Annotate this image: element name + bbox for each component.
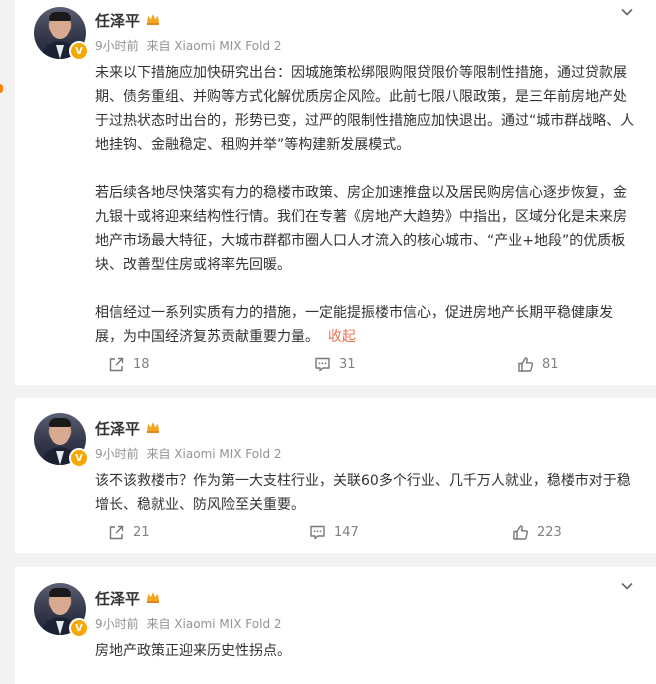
like-button[interactable]: 81 (517, 356, 559, 373)
post-actions: 18 31 81 (15, 356, 656, 380)
post-paragraph: 该不该救楼市？作为第一大支柱行业，关联60多个行业、几千万人就业，稳楼市对于稳增… (95, 473, 631, 513)
verified-badge-icon: V (69, 41, 89, 61)
post-paragraph: 相信经过一系列实质有力的措施，一定能提振楼市信心，促进房地产长期平稳健康发展，为… (95, 301, 638, 349)
weibo-post-card: V 任泽平 9小时前 来自 Xiaomi MIX Fold 2 该不该救楼市？作… (15, 398, 656, 553)
post-time[interactable]: 9小时前 (95, 447, 139, 461)
like-icon (513, 525, 529, 540)
post-source: 来自 Xiaomi MIX Fold 2 (146, 447, 282, 461)
post-meta: 9小时前 来自 Xiaomi MIX Fold 2 (95, 615, 286, 632)
post-meta: 9小时前 来自 Xiaomi MIX Fold 2 (95, 37, 286, 54)
like-icon (518, 357, 534, 372)
share-count: 21 (133, 525, 150, 540)
comment-count: 147 (334, 525, 359, 540)
member-crown-icon (147, 592, 159, 603)
comment-count: 31 (339, 357, 356, 372)
comment-button[interactable]: 147 (309, 524, 359, 541)
post-time[interactable]: 9小时前 (95, 617, 139, 631)
share-button[interactable]: 21 (108, 524, 150, 541)
post-content: 未来以下措施应加快研究出台：因城施策松绑限购限贷限价等限制性措施，通过贷款展期、… (95, 61, 638, 349)
author-name[interactable]: 任泽平 (95, 418, 140, 439)
like-count: 81 (542, 357, 559, 372)
weibo-post-card: V 任泽平 9小时前 来自 Xiaomi MIX Fold 2 未来以下措施应加… (15, 0, 656, 385)
author-name[interactable]: 任泽平 (95, 10, 140, 31)
share-icon (109, 357, 124, 372)
collapse-link[interactable]: 收起 (328, 329, 356, 345)
weibo-post-card: V 任泽平 9小时前 来自 Xiaomi MIX Fold 2 房地产政策正迎来… (15, 567, 656, 684)
post-time[interactable]: 9小时前 (95, 39, 139, 53)
post-paragraph: 若后续各地尽快落实有力的稳楼市政策、房企加速推盘以及居民购房信心逐步恢复，金九银… (95, 185, 627, 273)
post-paragraph: 未来以下措施应加快研究出台：因城施策松绑限购限贷限价等限制性措施，通过贷款展期、… (95, 65, 635, 153)
like-count: 223 (537, 525, 562, 540)
share-button[interactable]: 18 (108, 356, 150, 373)
member-crown-icon (147, 422, 159, 433)
post-actions: 21 147 223 (15, 524, 656, 548)
verified-badge-icon: V (69, 618, 89, 638)
like-button[interactable]: 223 (512, 524, 562, 541)
author-name[interactable]: 任泽平 (95, 588, 140, 609)
verified-badge-icon: V (69, 448, 89, 468)
side-indicator (0, 84, 3, 93)
post-source: 来自 Xiaomi MIX Fold 2 (146, 39, 282, 53)
post-source: 来自 Xiaomi MIX Fold 2 (146, 617, 282, 631)
post-content: 该不该救楼市？作为第一大支柱行业，关联60多个行业、几千万人就业，稳楼市对于稳增… (95, 469, 638, 517)
post-paragraph: 房地产政策正迎来历史性拐点。 (95, 643, 291, 659)
chevron-down-icon[interactable] (620, 5, 634, 19)
share-count: 18 (133, 357, 150, 372)
post-meta: 9小时前 来自 Xiaomi MIX Fold 2 (95, 445, 286, 462)
post-content: 房地产政策正迎来历史性拐点。 (95, 639, 638, 663)
comment-button[interactable]: 31 (314, 356, 356, 373)
comment-icon (310, 525, 325, 540)
share-icon (109, 525, 124, 540)
chevron-down-icon[interactable] (620, 579, 634, 593)
comment-icon (315, 357, 330, 372)
member-crown-icon (147, 14, 159, 25)
